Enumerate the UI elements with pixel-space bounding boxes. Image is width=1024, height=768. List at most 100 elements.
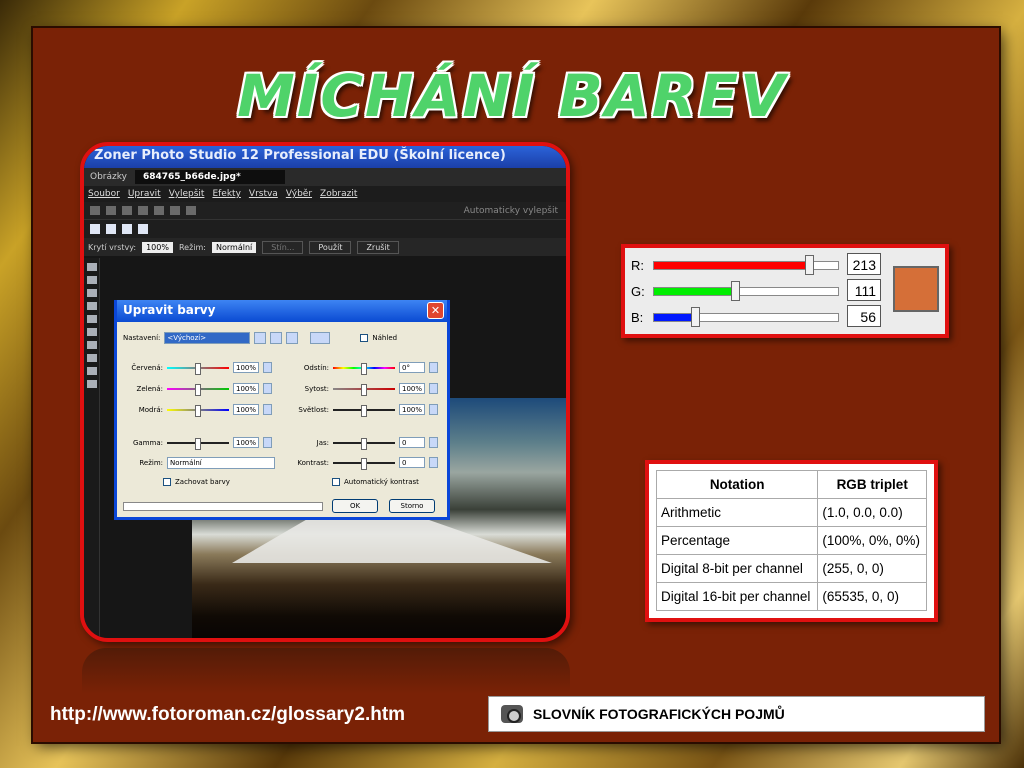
blue-channel-value[interactable]: 56 (847, 305, 881, 327)
green-channel-value[interactable]: 111 (847, 279, 881, 301)
ok-button[interactable]: OK (332, 499, 378, 513)
save-preset-icon[interactable] (254, 332, 267, 344)
brightness-spinner[interactable] (429, 437, 438, 448)
preview-checkbox[interactable] (360, 334, 369, 342)
hue-value[interactable]: 0° (399, 362, 425, 373)
hue-spinner[interactable] (429, 362, 438, 373)
green-channel-slider[interactable] (653, 281, 839, 301)
apply-button[interactable]: Použít (309, 240, 352, 254)
gamma-slider[interactable] (167, 437, 229, 450)
brush-tool-icon[interactable] (87, 302, 97, 310)
keep-colors-label: Zachovat barvy (175, 478, 230, 486)
saturation-slider[interactable] (333, 383, 395, 396)
menu-layer[interactable]: Vrstva (249, 189, 278, 199)
menu-file[interactable]: Soubor (88, 189, 120, 199)
brightness-slider[interactable] (333, 437, 395, 450)
tools-panel (84, 258, 100, 638)
red-channel-value[interactable]: 213 (847, 253, 881, 275)
gamma-spinner[interactable] (263, 437, 272, 448)
contrast-slider[interactable] (333, 457, 395, 470)
nav-label-images[interactable]: Obrázky (90, 172, 127, 182)
copy-icon[interactable] (170, 206, 180, 215)
eraser-tool-icon[interactable] (87, 328, 97, 336)
color-swatch (893, 266, 939, 312)
clone-tool-icon[interactable] (87, 315, 97, 323)
zoom-tool-icon[interactable] (87, 263, 97, 271)
red-channel-slider[interactable] (653, 255, 839, 275)
lightness-value[interactable]: 100% (399, 404, 425, 415)
red-spinner[interactable] (263, 362, 272, 373)
saturation-spinner[interactable] (429, 383, 438, 394)
keep-colors-checkbox[interactable] (163, 478, 171, 486)
contrast-spinner[interactable] (429, 457, 438, 468)
brightness-value[interactable]: 0 (399, 437, 425, 448)
rgb-mixer-panel: R: 213 G: 111 B: 56 (621, 244, 949, 338)
reset-icon[interactable] (286, 332, 299, 344)
close-icon[interactable]: ✕ (427, 302, 444, 319)
menu-selection[interactable]: Výběr (286, 189, 312, 199)
green-channel-thumb[interactable] (730, 281, 740, 301)
shadow-button[interactable]: Stín... (262, 240, 304, 254)
green-spinner[interactable] (263, 383, 272, 394)
zoom-out-icon[interactable] (106, 224, 116, 234)
blue-row: Modrá: 100% (121, 404, 272, 417)
cancel-toolbar-button[interactable]: Zrušit (357, 240, 399, 254)
menu-view[interactable]: Zobrazit (320, 189, 357, 199)
redo-icon[interactable] (106, 206, 116, 215)
red-channel-thumb[interactable] (805, 255, 815, 275)
lightness-slider[interactable] (333, 404, 395, 417)
blue-channel-fill (654, 314, 695, 321)
blue-slider[interactable] (167, 404, 229, 417)
auto-contrast-row: Automatický kontrast (332, 478, 419, 486)
progress-bar (123, 502, 323, 511)
green-channel-fill (654, 288, 735, 295)
menu-edit[interactable]: Upravit (128, 189, 161, 199)
gamma-value[interactable]: 100% (233, 437, 259, 448)
text-tool-icon[interactable] (87, 354, 97, 362)
glossary-banner[interactable]: SLOVNÍK FOTOGRAFICKÝCH POJMŮ (488, 696, 985, 732)
select-tool-icon[interactable] (87, 367, 97, 375)
green-value[interactable]: 100% (233, 383, 259, 394)
dialog-mode-select[interactable]: Normální (167, 457, 275, 469)
zoom-in-icon[interactable] (90, 224, 100, 234)
gamma-row: Gamma: 100% (121, 437, 272, 450)
tab-image[interactable]: 684765_b66de.jpg* (134, 170, 285, 184)
undo-icon[interactable] (90, 206, 100, 215)
blue-value[interactable]: 100% (233, 404, 259, 415)
compare-icon[interactable] (310, 332, 331, 344)
auto-enhance-button[interactable]: Automaticky vylepšit (464, 206, 558, 216)
auto-contrast-checkbox[interactable] (332, 478, 340, 486)
menu-effects[interactable]: Efekty (212, 189, 240, 199)
blue-channel-slider[interactable] (653, 307, 839, 327)
blue-spinner[interactable] (263, 404, 272, 415)
actual-size-icon[interactable] (138, 224, 148, 234)
preset-select[interactable]: <Výchozí> (164, 332, 251, 344)
open-icon[interactable] (122, 206, 132, 215)
crop-tool-icon[interactable] (87, 289, 97, 297)
opacity-field[interactable]: 100% (142, 241, 173, 253)
menu-enhance[interactable]: Vylepšit (169, 189, 205, 199)
storno-button[interactable]: Storno (389, 499, 435, 513)
saturation-value[interactable]: 100% (399, 383, 425, 394)
fill-tool-icon[interactable] (87, 341, 97, 349)
mode-select[interactable]: Normální (212, 241, 257, 253)
source-link[interactable]: http://www.fotoroman.cz/glossary2.htm (50, 704, 405, 726)
hue-slider[interactable] (333, 362, 395, 375)
print-icon[interactable] (154, 206, 164, 215)
paste-icon[interactable] (186, 206, 196, 215)
red-label: Červená: (131, 363, 163, 372)
fit-icon[interactable] (122, 224, 132, 234)
contrast-value[interactable]: 0 (399, 457, 425, 468)
lightness-spinner[interactable] (429, 404, 438, 415)
delete-preset-icon[interactable] (270, 332, 283, 344)
hue-label: Odstín: (303, 363, 329, 372)
save-icon[interactable] (138, 206, 148, 215)
hand-tool-icon[interactable] (87, 276, 97, 284)
lasso-tool-icon[interactable] (87, 380, 97, 388)
red-slider[interactable] (167, 362, 229, 375)
green-slider[interactable] (167, 383, 229, 396)
blue-channel-thumb[interactable] (690, 307, 700, 327)
header-rgb-triplet: RGB triplet (817, 470, 927, 499)
red-value[interactable]: 100% (233, 362, 259, 373)
lightness-row: Světlost: 100% (287, 404, 438, 417)
